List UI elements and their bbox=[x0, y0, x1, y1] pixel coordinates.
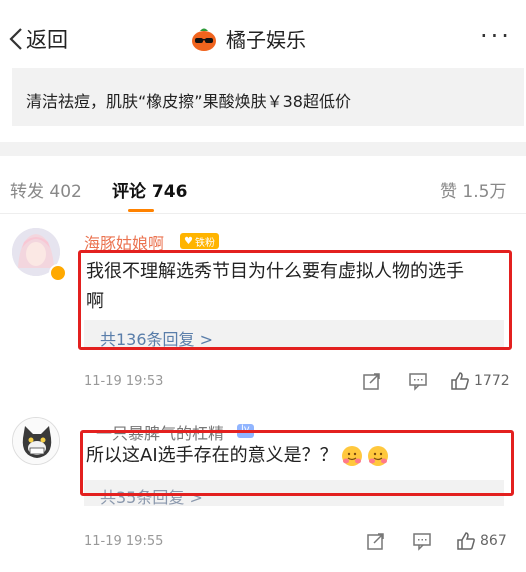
reply-button[interactable] bbox=[408, 371, 428, 391]
tab-comment[interactable]: 评论 746 bbox=[112, 177, 187, 202]
more-options-button[interactable]: ··· bbox=[480, 22, 512, 50]
like-button[interactable]: 867 bbox=[456, 531, 507, 551]
comment-text-line: 啊 bbox=[86, 291, 104, 312]
cat-avatar-image bbox=[13, 418, 59, 464]
thumbs-up-icon bbox=[457, 532, 475, 550]
view-replies-link[interactable]: 共136条回复 > bbox=[100, 326, 213, 350]
repost-button[interactable] bbox=[362, 371, 382, 391]
hug-emoji-icon bbox=[341, 446, 362, 466]
comment-text: 所以这AI选手存在的意义是？？ bbox=[86, 441, 390, 471]
reply-button[interactable] bbox=[412, 531, 432, 551]
fan-badge-label: 铁粉 bbox=[194, 237, 215, 249]
repost-icon bbox=[367, 533, 384, 550]
repost-button[interactable] bbox=[366, 531, 386, 551]
hug-emoji-icon bbox=[367, 446, 388, 466]
back-label: 返回 bbox=[26, 28, 68, 52]
comment-timestamp: 11-19 19:53 bbox=[84, 374, 164, 389]
tab-repost[interactable]: 转发 402 bbox=[10, 177, 82, 202]
comment-text-line: 所以这AI选手存在的意义是？？ bbox=[86, 445, 338, 466]
comment-text-line: 我很不理解选秀节目为什么要有虚拟人物的选手 bbox=[86, 261, 464, 282]
verified-badge-icon bbox=[49, 264, 67, 282]
promo-text: 清洁祛痘，肌肤“橡皮擦”果酸焕肤￥38超低价 bbox=[26, 92, 351, 111]
thumbs-up-icon bbox=[451, 372, 469, 390]
avatar[interactable] bbox=[12, 417, 60, 465]
comment-text: 我很不理解选秀节目为什么要有虚拟人物的选手 啊 bbox=[86, 257, 464, 317]
tab-like[interactable]: 赞 1.5万 bbox=[440, 177, 506, 202]
chevron-left-icon bbox=[9, 28, 22, 50]
comment-icon bbox=[413, 533, 431, 551]
active-tab-indicator bbox=[128, 209, 154, 212]
repost-icon bbox=[363, 373, 380, 390]
like-button[interactable]: 1772 bbox=[450, 371, 510, 391]
like-count: 1772 bbox=[474, 373, 510, 389]
back-button[interactable]: 返回 bbox=[8, 24, 68, 54]
account-header[interactable]: 橘子娱乐 bbox=[190, 24, 306, 53]
tab-divider bbox=[0, 213, 526, 214]
comment-icon bbox=[409, 373, 427, 391]
heart-icon: ♥ bbox=[184, 235, 193, 247]
fan-badge: ♥ 铁粉 bbox=[180, 233, 219, 249]
orange-logo-icon bbox=[192, 28, 216, 51]
like-count: 867 bbox=[480, 533, 507, 549]
page-title: 橘子娱乐 bbox=[226, 28, 306, 52]
comment-timestamp: 11-19 19:55 bbox=[84, 534, 164, 549]
section-divider bbox=[0, 142, 526, 156]
